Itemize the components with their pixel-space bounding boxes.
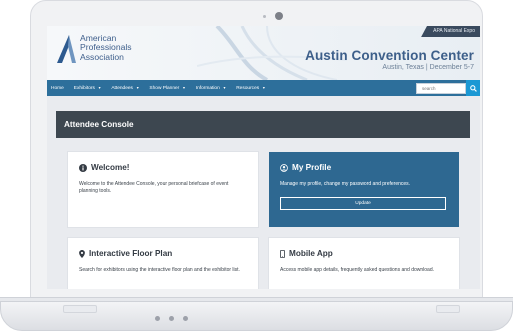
welcome-title-text: Welcome! <box>91 163 130 172</box>
nav-item-information[interactable]: Information ▼ <box>196 86 226 91</box>
search-button[interactable] <box>466 80 480 96</box>
venue-title: Austin Convention Center <box>305 48 474 63</box>
mobile-card-title: Mobile App <box>280 249 448 258</box>
profile-card-title: My Profile <box>280 163 448 172</box>
nav-item-label: Home <box>51 85 64 91</box>
nav-item-label: Information <box>195 85 220 91</box>
info-circle-icon <box>79 163 87 172</box>
laptop-mockup: American Professionals Association APA N… <box>0 0 513 331</box>
caret-down-icon: ▼ <box>97 86 102 90</box>
webcam <box>275 12 283 20</box>
nav-item-resources[interactable]: Resources ▼ <box>236 86 265 91</box>
caret-down-icon: ▼ <box>135 86 140 90</box>
indicator-dot <box>183 316 188 321</box>
caret-down-icon: ▼ <box>222 86 227 90</box>
mobile-app-card: Mobile App Access mobile app details, fr… <box>269 238 459 289</box>
caret-down-icon: ▼ <box>262 86 266 90</box>
laptop-foot-right <box>436 305 460 313</box>
magnifier-icon <box>469 84 477 92</box>
site-header: American Professionals Association APA N… <box>47 26 480 80</box>
nav-item-home[interactable]: Home <box>51 86 64 91</box>
update-profile-button[interactable]: Update <box>280 197 446 210</box>
nav-item-show-planner[interactable]: Show Planner ▼ <box>149 86 185 91</box>
nav-item-label: Resources <box>236 85 260 91</box>
floorplan-card-text: Search for exhibitors using the interact… <box>79 267 240 273</box>
nav-item-label: Show Planner <box>149 85 180 91</box>
nav-item-attendees[interactable]: Attendees ▼ <box>111 86 139 91</box>
welcome-card: Welcome! Welcome to the Attendee Console… <box>68 152 258 227</box>
laptop-indicator-dots <box>155 316 188 321</box>
venue-info: Austin Convention Center Austin, Texas |… <box>305 48 474 71</box>
caret-down-icon: ▼ <box>182 86 186 90</box>
console-header: Attendee Console <box>56 111 470 138</box>
profile-card: My Profile Manage my profile, change my … <box>269 152 459 227</box>
camera-sensor <box>263 15 266 18</box>
logo-triangle-icon <box>57 35 76 63</box>
laptop-foot-left <box>63 305 97 313</box>
profile-title-text: My Profile <box>292 163 332 172</box>
floorplan-card: Interactive Floor Plan Search for exhibi… <box>68 238 258 289</box>
nav-item-label: Attendees <box>111 85 133 91</box>
nav-item-exhibitors[interactable]: Exhibitors ▼ <box>74 86 102 91</box>
floorplan-title-text: Interactive Floor Plan <box>89 249 173 258</box>
mobile-card-text: Access mobile app details, frequently as… <box>280 267 434 273</box>
indicator-dot <box>155 316 160 321</box>
venue-subtitle: Austin, Texas | December 5-7 <box>382 64 474 71</box>
indicator-dot <box>169 316 174 321</box>
mobile-title-text: Mobile App <box>289 249 333 258</box>
floorplan-card-title: Interactive Floor Plan <box>79 249 247 258</box>
user-circle-icon <box>280 163 288 172</box>
map-marker-icon <box>79 249 85 258</box>
main-nav: Home Exhibitors ▼ Attendees ▼ Show Planner… <box>47 80 480 96</box>
mobile-phone-icon <box>280 249 285 258</box>
logo-line-3: Association <box>80 51 124 62</box>
welcome-card-text: Welcome to the Attendee Console, your pe… <box>79 181 229 194</box>
nav-item-label: Exhibitors <box>73 85 95 91</box>
event-badge: APA National Expo <box>421 26 480 37</box>
profile-card-text: Manage my profile, change my password an… <box>280 181 411 187</box>
logo-wordmark: American Professionals Association <box>80 33 132 62</box>
site-logo[interactable]: American Professionals Association <box>55 33 132 64</box>
welcome-card-title: Welcome! <box>79 163 247 172</box>
search-input[interactable] <box>416 83 466 94</box>
laptop-screen: American Professionals Association APA N… <box>47 26 480 289</box>
